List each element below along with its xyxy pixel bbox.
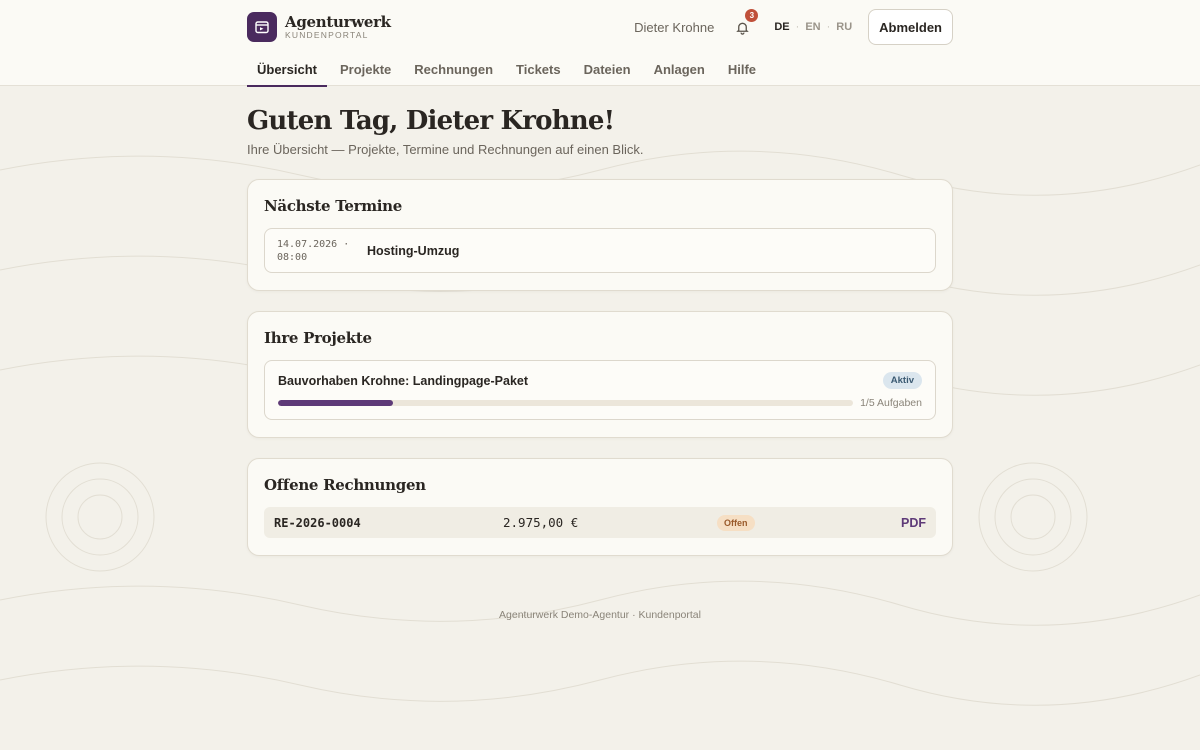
main-content: Guten Tag, Dieter Krohne! Ihre Übersicht… xyxy=(0,105,1200,621)
language-switcher: DE · EN · RU xyxy=(774,21,853,33)
projects-card: Ihre Projekte Bauvorhaben Krohne: Landin… xyxy=(247,311,953,438)
main-nav: Übersicht Projekte Rechnungen Tickets Da… xyxy=(247,54,953,87)
appointment-date: 14.07.2026 · xyxy=(277,238,350,250)
page-title: Guten Tag, Dieter Krohne! xyxy=(247,106,615,136)
project-item[interactable]: Bauvorhaben Krohne: Landingpage-Paket Ak… xyxy=(264,360,936,420)
language-en[interactable]: EN xyxy=(805,21,820,33)
appointments-title: Nächste Termine xyxy=(264,197,403,215)
tab-invoices[interactable]: Rechnungen xyxy=(404,62,503,86)
appointments-card: Nächste Termine 14.07.2026 · 08:00 Hosti… xyxy=(247,179,953,291)
project-name: Bauvorhaben Krohne: Landingpage-Paket xyxy=(278,373,529,388)
project-status-badge: Aktiv xyxy=(882,372,922,389)
tab-attachments[interactable]: Anlagen xyxy=(644,62,715,86)
notification-count-badge: 3 xyxy=(745,9,759,22)
appointment-datetime: 14.07.2026 · 08:00 xyxy=(277,238,367,264)
invoice-status-badge: Offen xyxy=(717,514,755,531)
calendar-logo-icon xyxy=(247,12,277,42)
page-subtitle: Ihre Übersicht — Projekte, Termine und R… xyxy=(247,142,644,157)
invoice-row[interactable]: RE-2026-0004 2.975,00 € Offen PDF xyxy=(264,507,936,538)
site-header: Agenturwerk KUNDENPORTAL Dieter Krohne 3… xyxy=(0,0,1200,87)
appointment-item[interactable]: 14.07.2026 · 08:00 Hosting-Umzug xyxy=(264,228,936,273)
project-progress-fill xyxy=(278,400,394,406)
tab-files[interactable]: Dateien xyxy=(574,62,641,86)
tab-help[interactable]: Hilfe xyxy=(718,62,766,86)
notifications-button[interactable]: 3 xyxy=(732,9,759,37)
user-name: Dieter Krohne xyxy=(634,19,715,35)
brand-name: Agenturwerk xyxy=(285,12,391,31)
page-footer: Agenturwerk Demo-Agentur · Kundenportal xyxy=(499,609,701,621)
tab-tickets[interactable]: Tickets xyxy=(506,62,571,86)
brand-subtitle: KUNDENPORTAL xyxy=(285,29,369,40)
invoice-number: RE-2026-0004 xyxy=(274,515,361,530)
tab-overview[interactable]: Übersicht xyxy=(247,62,327,87)
appointment-time: 08:00 xyxy=(277,251,308,263)
tab-projects[interactable]: Projekte xyxy=(330,62,401,86)
invoice-amount: 2.975,00 € xyxy=(503,515,579,530)
appointment-title: Hosting-Umzug xyxy=(367,243,460,258)
top-bar: Agenturwerk KUNDENPORTAL Dieter Krohne 3… xyxy=(247,0,953,54)
invoice-pdf-link[interactable]: PDF xyxy=(901,516,926,530)
invoices-title: Offene Rechnungen xyxy=(264,476,426,494)
project-progress-bar xyxy=(278,400,854,406)
language-de[interactable]: DE xyxy=(774,21,789,33)
logout-button[interactable]: Abmelden xyxy=(868,9,953,45)
language-ru[interactable]: RU xyxy=(836,21,852,33)
invoices-card: Offene Rechnungen RE-2026-0004 2.975,00 … xyxy=(247,458,953,556)
bell-icon xyxy=(736,22,749,35)
brand[interactable]: Agenturwerk KUNDENPORTAL xyxy=(247,12,391,42)
project-task-count: 1/5 Aufgaben xyxy=(860,397,922,409)
projects-title: Ihre Projekte xyxy=(264,329,372,347)
